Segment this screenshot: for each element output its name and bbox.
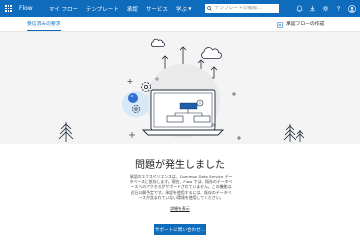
- flow-icon: [277, 21, 283, 28]
- nav-learn[interactable]: 学ぶ ▼: [176, 5, 192, 13]
- cloud-icon: [150, 38, 165, 47]
- error-panel: 問題が発生しました 承認のエクスペリエンスは、Common Data Servi…: [0, 144, 360, 243]
- tab-received-requests-label: 受信済みの要求: [27, 22, 61, 27]
- nav-templates-label: テンプレート: [85, 6, 119, 13]
- create-approval-flow-button[interactable]: 承認フローの作成: [277, 17, 324, 32]
- nav-approvals[interactable]: 承認: [127, 5, 138, 13]
- top-bar: Flow マイ フロー テンプレート 承認 サービス 学ぶ ▼: [0, 0, 360, 17]
- create-approval-flow-label: 承認フローの作成: [286, 22, 325, 27]
- contact-support-button[interactable]: サポートに問い合わせ...: [154, 224, 206, 235]
- cloud-icon-large: [201, 47, 222, 59]
- tree-icon-right-small: [295, 130, 305, 142]
- tab-underline: [27, 29, 61, 31]
- search-box[interactable]: [205, 4, 280, 13]
- nav-approvals-label: 承認: [126, 6, 138, 13]
- nav-services[interactable]: サービス: [146, 5, 168, 13]
- search-icon: [207, 6, 213, 11]
- details-link[interactable]: 詳細を表示: [170, 206, 189, 211]
- nav-templates[interactable]: テンプレート: [86, 5, 119, 13]
- search-input[interactable]: [214, 6, 277, 11]
- app-name[interactable]: Flow: [19, 5, 33, 12]
- waffle-icon: [5, 5, 12, 12]
- tree-icon-left: [58, 122, 74, 142]
- blue-ball: [128, 93, 138, 103]
- tree-icon-right: [283, 124, 297, 142]
- error-title: 問題が発生しました: [135, 160, 225, 171]
- nav-my-flows[interactable]: マイ フロー: [49, 5, 78, 13]
- user-avatar-icon[interactable]: [348, 4, 356, 13]
- notification-bell-icon[interactable]: [296, 5, 303, 12]
- tab-received-requests[interactable]: 受信済みの要求: [27, 17, 61, 32]
- laptop-icon: [141, 89, 225, 136]
- nav-my-flows-label: マイ フロー: [48, 6, 78, 13]
- download-icon[interactable]: [309, 5, 316, 12]
- error-illustration: [58, 38, 305, 142]
- help-icon[interactable]: [335, 5, 342, 12]
- nav-learn-label: 学ぶ: [175, 6, 187, 13]
- app-launcher-button[interactable]: [0, 0, 17, 17]
- error-message: 承認のエクスペリエンスは、Common Data Service データベースに…: [129, 174, 233, 200]
- nav-services-label: サービス: [145, 6, 168, 13]
- sub-bar: 受信済みの要求 承認フローの作成: [0, 17, 360, 32]
- header-right-icons: [296, 0, 356, 17]
- details-link-wrap: 詳細を表示: [0, 206, 360, 212]
- settings-gear-icon[interactable]: [322, 5, 329, 12]
- chevron-down-icon: ▼: [188, 6, 192, 11]
